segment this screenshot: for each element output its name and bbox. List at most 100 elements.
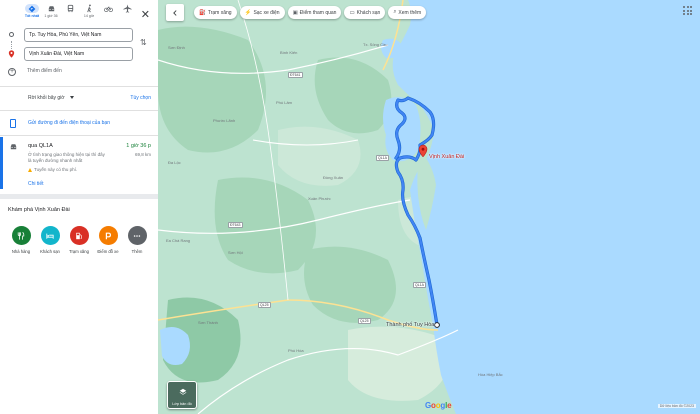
hotel-icon: ▭ [349,9,355,16]
bicycle-icon [103,6,113,13]
map-canvas[interactable]: Bình Kiến Tx. Sông Cầu Phú Lâm Phước Lãn… [158,0,700,414]
chip-hotels[interactable]: ▭ Khách sạn [344,6,386,19]
transit-icon [67,4,73,13]
search-icon: ⌕ [393,9,397,15]
divider [0,110,158,111]
mode-label: 14 giờ [83,14,95,18]
place-label: Đồng Xuân [323,175,344,180]
chip-label: Khách sạn [356,9,381,16]
explore-title: Khám phá Vịnh Xuân Đài [8,207,70,213]
depart-time-dropdown[interactable]: Rời khỏi bây giờ [28,95,65,101]
walking-icon [86,4,91,13]
road-shield: QL25 [258,302,271,308]
place-label: Sơn Định [168,45,185,50]
swap-directions-icon[interactable]: ⇅ [140,38,147,47]
map-attribution[interactable]: Dữ liệu bản đồ ©2023 [657,404,696,408]
place-label: Phú Lâm [276,100,293,105]
place-label: Phú Hòa [288,348,304,353]
destination-pin-icon [8,50,15,58]
ev-charging-icon: ⚡ [244,9,252,16]
phone-icon [10,119,16,128]
place-label: Sơn Hội [228,250,243,255]
road-shield: QL1A [376,155,389,161]
chip-attractions[interactable]: ▣ Điểm tham quan [287,6,342,19]
toll-warning: Tuyến này có thu phí. [28,167,77,172]
chip-ev-charging[interactable]: ⚡ Sạc xe điện [239,6,285,19]
map-base [158,0,700,414]
road-shield: QL1A [413,282,426,288]
origin-dot-icon [9,32,14,37]
route-details-link[interactable]: Chi tiết [28,181,44,187]
place-label: Đa Lộc [168,160,181,165]
parking-icon [98,226,118,245]
directions-panel: Tốt nhất 1 giờ 36 14 giờ ✕ Tp. Tuy Hòa, … [0,0,158,414]
explore-hotels[interactable]: Khách sạn [37,226,63,254]
category-label: Điểm đỗ xe [97,249,119,254]
destination-input[interactable]: Vịnh Xuân Đài, Việt Nam [24,47,133,61]
road-shield: ĐT641 [288,72,303,78]
mode-car[interactable]: 1 giờ 36 [41,4,61,18]
collapse-panel-button[interactable] [166,4,184,21]
destination-map-label[interactable]: Vịnh Xuân Đài [429,154,464,160]
mode-walking[interactable]: 14 giờ [79,4,99,18]
chip-label: Điểm tham quan [299,9,337,16]
explore-gas-stations[interactable]: Trạm xăng [66,226,92,254]
category-label: Trạm xăng [69,249,89,254]
more-icon [127,226,147,245]
directions-card: Tốt nhất 1 giờ 36 14 giờ ✕ Tp. Tuy Hòa, … [0,0,158,194]
route-options-button[interactable]: Tùy chọn [130,95,151,101]
category-label: Nhà hàng [11,249,31,254]
place-label: Phước Lãnh [213,118,236,123]
google-apps-icon[interactable] [683,6,692,15]
mode-flight[interactable] [117,4,137,14]
chip-more[interactable]: ⌕ Xem thêm [388,6,427,19]
place-label: Tx. Sông Cầu [363,42,388,47]
mode-label: 1 giờ 36 [44,14,58,18]
mode-transit[interactable] [60,4,80,14]
chip-label: Trạm xăng [207,9,232,16]
place-label: Ea Chà Rang [166,238,191,243]
route-name: qua QL1A [28,143,53,149]
origin-map-label[interactable]: Thành phố Tuy Hòa [386,322,434,328]
explore-more[interactable]: Thêm [124,226,150,254]
layers-icon [179,388,187,395]
route-description: Ở tình trạng giao thông hiện tại thì đây… [28,152,105,163]
map-layers-button[interactable]: Lớp bản đồ [167,381,197,409]
route-distance: 69,8 km [134,152,151,157]
add-icon: + [8,68,16,76]
road-shield: QL25 [358,318,371,324]
route-duration: 1 giờ 36 p [126,143,151,149]
place-label: Bình Kiến [280,50,298,55]
caret-down-icon [70,96,74,99]
chevron-left-icon [173,9,177,16]
route-option[interactable]: qua QL1A 1 giờ 36 p 69,8 km Ở tình trạng… [0,137,158,193]
send-to-phone-link[interactable]: Gửi đường đi đến điện thoại của bạn [28,120,110,126]
place-label: Xuân Phước [308,196,331,201]
place-label: Hòa Hiệp Bắc [478,372,503,377]
airplane-icon [122,4,132,13]
close-directions-button[interactable]: ✕ [141,10,150,21]
hotel-icon [40,226,60,245]
gas-station-icon: ⛽ [199,9,206,16]
mode-cycling[interactable] [98,4,118,14]
divider [0,86,158,87]
add-destination-row[interactable]: + Thêm điểm đến [8,67,62,77]
divider [0,135,158,136]
camera-icon: ▣ [292,9,298,16]
restaurant-icon [11,226,31,245]
chip-gas-stations[interactable]: ⛽ Trạm xăng [194,6,237,19]
explore-parking[interactable]: Điểm đỗ xe [95,226,121,254]
route-connector [11,41,12,49]
add-destination-label: Thêm điểm đến [27,68,62,74]
layers-label: Lớp bản đồ [172,402,192,406]
warning-icon [28,168,32,172]
toll-text: Tuyến này có thu phí. [34,167,78,172]
category-chips: ⛽ Trạm xăng ⚡ Sạc xe điện ▣ Điểm tham quan … [194,6,427,19]
explore-restaurants[interactable]: Nhà hàng [8,226,34,254]
chip-label: Sạc xe điện [253,9,280,16]
google-logo: Google [425,401,452,410]
mode-best[interactable]: Tốt nhất [22,4,42,18]
mode-label: Tốt nhất [24,14,40,18]
send-to-phone-row[interactable]: Gửi đường đi đến điện thoại của bạn [0,113,158,133]
origin-input[interactable]: Tp. Tuy Hòa, Phú Yên, Việt Nam [24,28,133,42]
